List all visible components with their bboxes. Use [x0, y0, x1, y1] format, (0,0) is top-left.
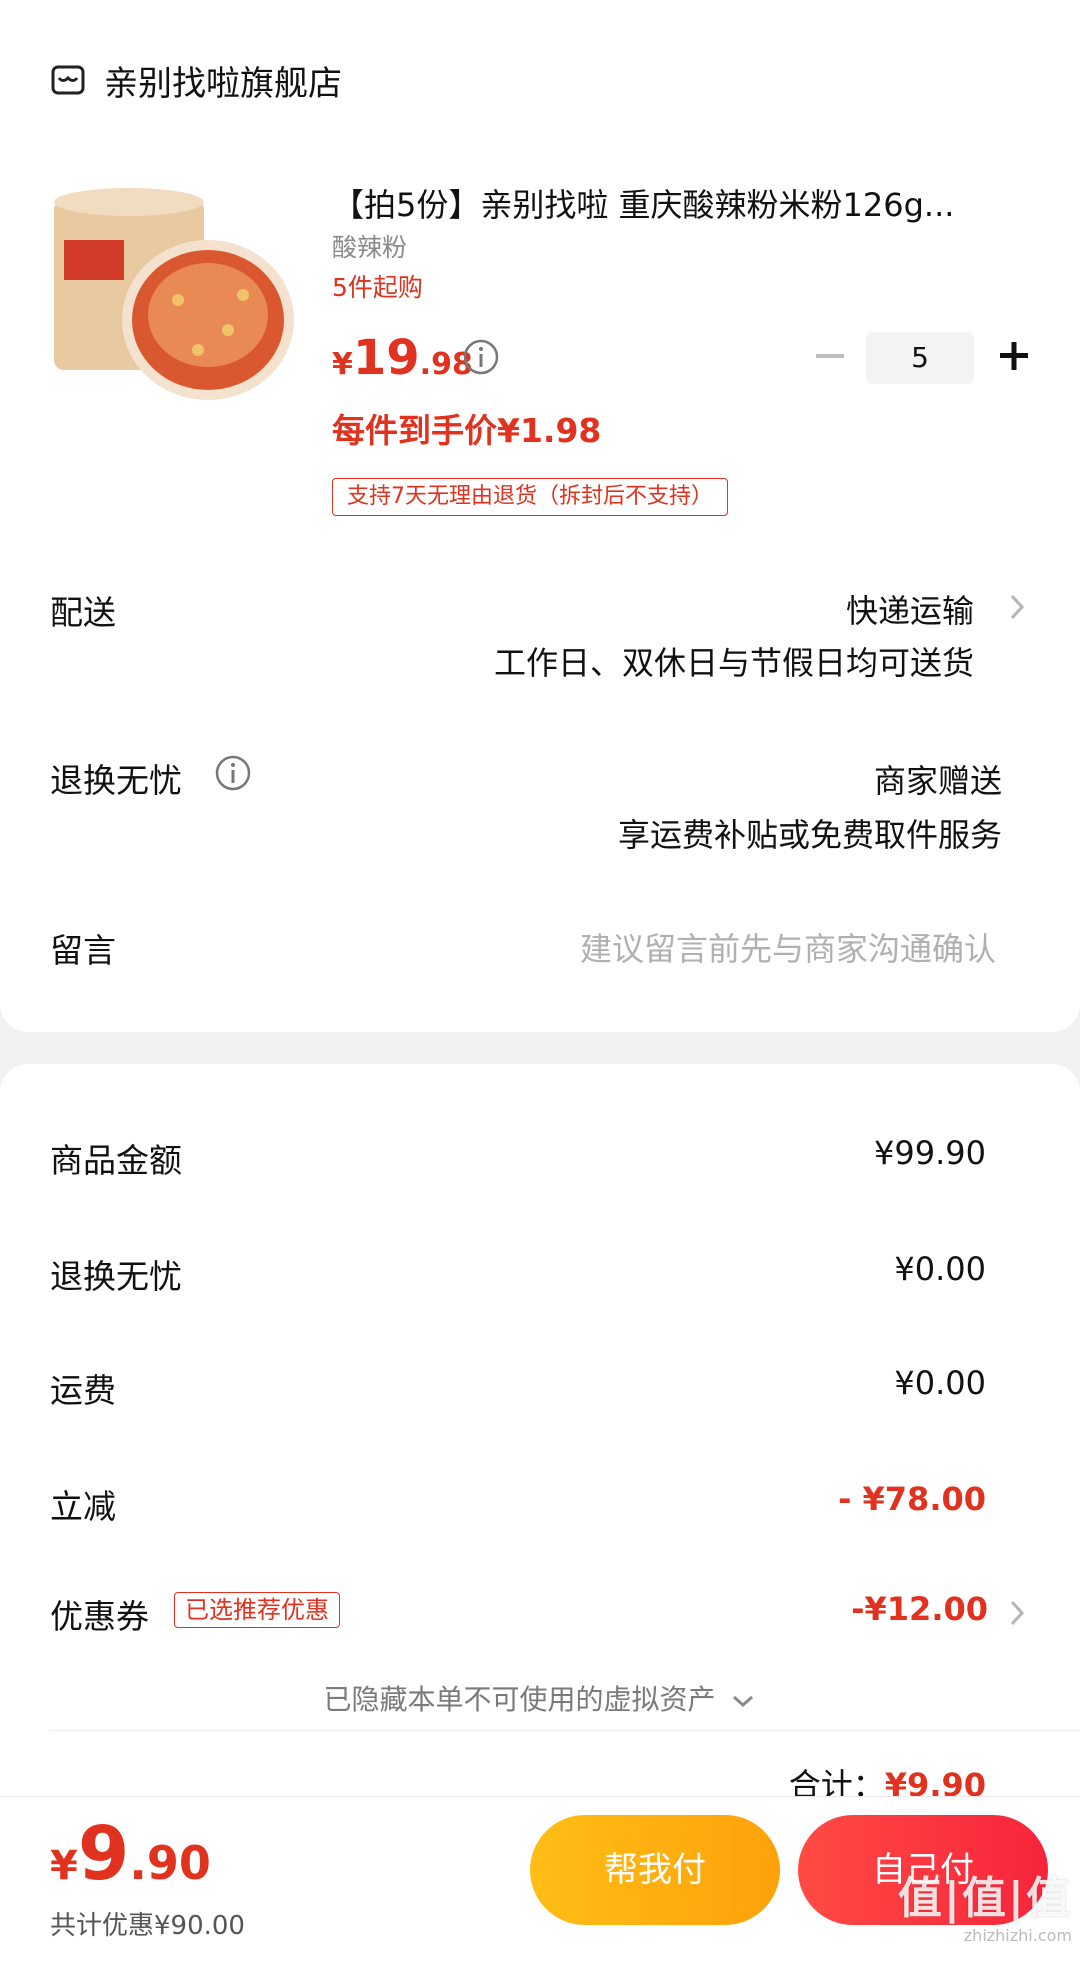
- store-icon: [51, 65, 85, 95]
- price-symbol: ¥: [332, 347, 353, 382]
- hidden-assets-label: 已隐藏本单不可使用的虚拟资产: [323, 1683, 716, 1716]
- increase-quantity-button[interactable]: [994, 336, 1034, 376]
- summary-value-discount: - ¥78.00: [838, 1480, 986, 1518]
- order-card: 亲别找啦旗舰店 【拍5份】亲别找啦 重庆酸辣粉米粉126g... 酸辣粉 5件起…: [0, 0, 1080, 1032]
- message-label: 留言: [50, 931, 116, 970]
- price-integer: 19: [352, 330, 420, 386]
- quantity-input[interactable]: 5: [866, 332, 974, 384]
- summary-value-goods: ¥99.90: [874, 1134, 986, 1172]
- summary-label-coupon[interactable]: 优惠券: [50, 1590, 149, 1638]
- info-icon[interactable]: [462, 338, 500, 376]
- hidden-assets-toggle[interactable]: 已隐藏本单不可使用的虚拟资产: [0, 1678, 1080, 1718]
- return-service-label: 退换无忧: [50, 761, 182, 800]
- chevron-down-icon: [733, 1695, 754, 1708]
- return-service-value: 商家赠送: [873, 762, 1002, 800]
- pay-integer: 9: [77, 1811, 130, 1897]
- divider: [50, 1730, 1080, 1731]
- store-header[interactable]: 亲别找啦旗舰店: [50, 52, 342, 108]
- watermark-logo: 值|值|值: [897, 1873, 1072, 1924]
- delivery-note: 工作日、双休日与节假日均可送货: [493, 644, 974, 682]
- return-policy-tag: 支持7天无理由退货（拆封后不支持）: [332, 478, 728, 516]
- pay-amount: ¥9.90: [50, 1811, 211, 1897]
- return-service-note: 享运费补贴或免费取件服务: [617, 816, 1002, 854]
- coupon-tag[interactable]: 已选推荐优惠: [174, 1592, 340, 1628]
- chevron-right-icon[interactable]: [1006, 592, 1028, 622]
- pay-decimal: .90: [129, 1836, 211, 1890]
- product-spec[interactable]: 酸辣粉: [332, 228, 407, 264]
- product-title[interactable]: 【拍5份】亲别找啦 重庆酸辣粉米粉126g...: [332, 180, 1012, 226]
- summary-label-return: 退换无忧: [50, 1257, 182, 1296]
- decrease-quantity-button[interactable]: [810, 336, 850, 376]
- product-price: ¥19.98: [332, 330, 473, 386]
- chevron-right-icon[interactable]: [1006, 1598, 1028, 1628]
- summary-value-coupon[interactable]: -¥12.00: [851, 1590, 988, 1628]
- store-name: 亲别找啦旗舰店: [104, 63, 342, 104]
- min-purchase-label: 5件起购: [332, 273, 423, 302]
- product-image[interactable]: [48, 180, 298, 410]
- message-input[interactable]: 建议留言前先与商家沟通确认: [580, 924, 996, 970]
- delivery-label: 配送: [50, 593, 116, 632]
- summary-label-discount: 立减: [50, 1487, 116, 1526]
- watermark: 值|值|值 zhizhizhi.com: [898, 1862, 1072, 1945]
- summary-label-shipping: 运费: [50, 1371, 116, 1410]
- delivery-method[interactable]: 快递运输: [846, 586, 974, 632]
- checkout-bar: ¥9.90 共计优惠¥90.00 帮我付 自己付 值|值|值 zhizhizhi…: [0, 1796, 1080, 1949]
- pay-symbol: ¥: [50, 1843, 78, 1889]
- help-me-pay-button[interactable]: 帮我付: [530, 1815, 780, 1925]
- total-saving: 共计优惠¥90.00: [50, 1911, 245, 1941]
- unit-price: 每件到手价¥1.98: [332, 411, 602, 450]
- summary-value-return: ¥0.00: [894, 1250, 986, 1288]
- info-icon[interactable]: [214, 754, 252, 792]
- summary-value-shipping: ¥0.00: [894, 1364, 986, 1402]
- summary-label-goods: 商品金额: [50, 1141, 182, 1180]
- watermark-url: zhizhizhi.com: [963, 1926, 1072, 1945]
